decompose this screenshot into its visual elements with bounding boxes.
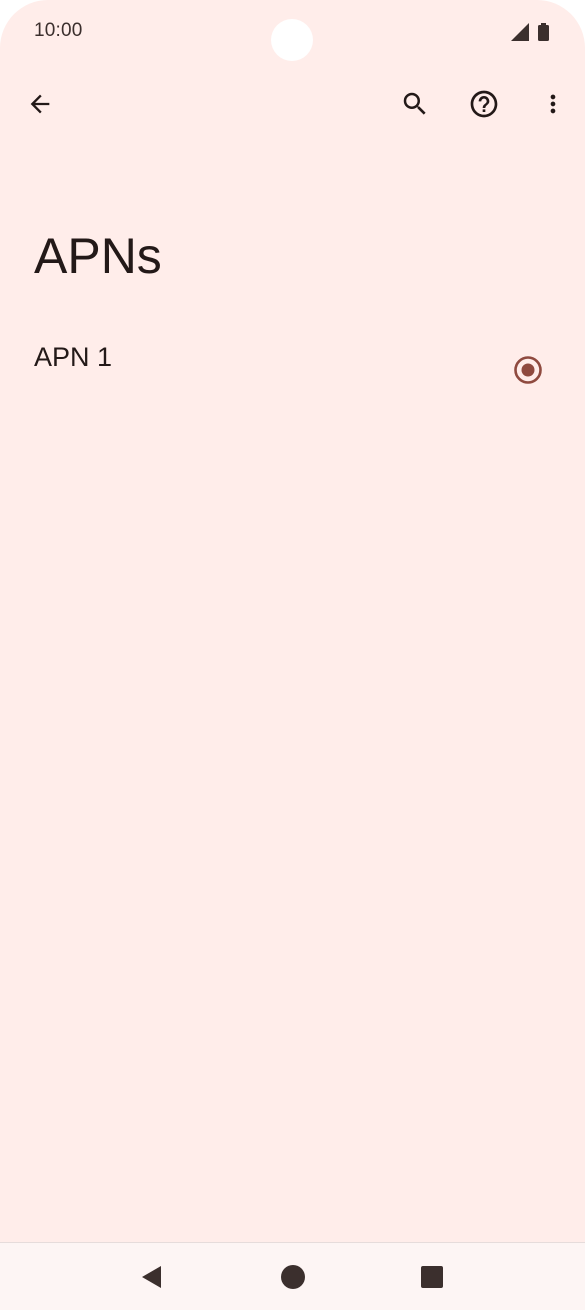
help-icon [470, 90, 498, 118]
nav-home-icon [281, 1265, 305, 1289]
more-options-button[interactable] [529, 80, 577, 128]
status-bar: 10:00 [0, 0, 585, 64]
page-title: APNs [34, 228, 162, 284]
more-vert-icon [550, 94, 556, 114]
radio-selected-icon[interactable] [512, 354, 544, 386]
nav-home-button[interactable] [271, 1255, 315, 1299]
search-icon [403, 92, 426, 115]
nav-back-icon [142, 1266, 161, 1288]
toolbar [0, 72, 585, 136]
navigation-bar [0, 1242, 585, 1310]
camera-cutout [271, 19, 313, 61]
nav-recents-icon [421, 1266, 443, 1288]
back-arrow-icon [30, 94, 50, 114]
help-button[interactable] [460, 80, 508, 128]
back-button[interactable] [16, 80, 64, 128]
nav-back-button[interactable] [130, 1255, 174, 1299]
apn-name: APN 1 [34, 342, 113, 372]
phone-screen: 10:00 APNs APN 1 [0, 0, 585, 1310]
nav-recents-button[interactable] [410, 1255, 454, 1299]
search-button[interactable] [391, 80, 439, 128]
signal-icon [511, 23, 529, 41]
status-icons [509, 22, 553, 42]
battery-icon [538, 25, 549, 41]
apn-list-item[interactable]: APN 1 [0, 322, 585, 418]
status-time: 10:00 [34, 20, 83, 41]
